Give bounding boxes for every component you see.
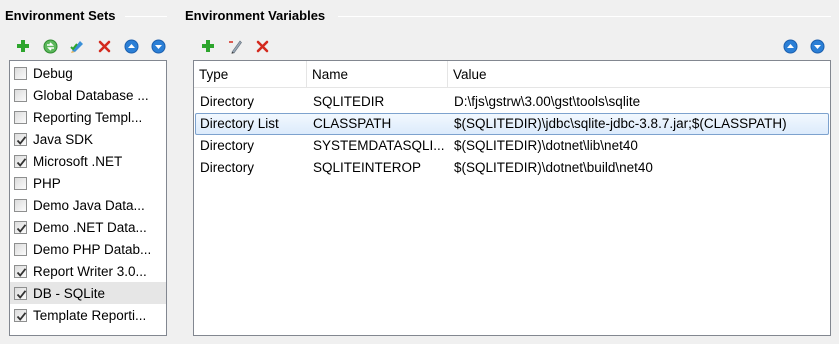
list-item[interactable]: Demo .NET Data... bbox=[10, 216, 166, 238]
list-item-label: Demo PHP Datab... bbox=[33, 241, 152, 257]
edit-variable-button[interactable] bbox=[226, 37, 244, 55]
table-cell-value: D:\fjs\gstrw\3.00\gst\tools\sqlite bbox=[454, 94, 641, 109]
checkmark-icon bbox=[16, 267, 27, 277]
copy-icon bbox=[43, 39, 57, 53]
checkmark-icon bbox=[16, 289, 27, 299]
checkbox[interactable] bbox=[14, 154, 27, 168]
checkmark-icon bbox=[16, 223, 27, 233]
move-variable-down-button[interactable] bbox=[808, 37, 826, 55]
list-item[interactable]: Demo PHP Datab... bbox=[10, 238, 166, 260]
list-item-label: Demo .NET Data... bbox=[33, 219, 147, 235]
rename-set-button[interactable] bbox=[68, 37, 86, 55]
table-cell-name: SYSTEMDATASQLI... bbox=[313, 138, 445, 153]
checkbox[interactable] bbox=[14, 308, 27, 322]
checkbox[interactable] bbox=[14, 110, 27, 124]
environment-variables-divider bbox=[338, 16, 831, 17]
move-down-icon bbox=[810, 39, 824, 53]
table-cell-type: Directory bbox=[200, 138, 255, 153]
add-set-button[interactable] bbox=[14, 37, 32, 55]
table-cell-type: Directory bbox=[200, 94, 255, 109]
environment-sets-list[interactable]: Debug Global Database ... Reporting Templ.… bbox=[9, 60, 167, 336]
table-row[interactable]: Directory SYSTEMDATASQLI... $(SQLITEDIR)\d… bbox=[194, 135, 830, 157]
table-cell-value: $(SQLITEDIR)\jdbc\sqlite-jdbc-3.8.7.jar;… bbox=[454, 116, 787, 131]
list-item-label: Reporting Templ... bbox=[33, 109, 143, 125]
list-item[interactable]: DB - SQLite bbox=[10, 282, 166, 304]
list-item[interactable]: Template Reporti... bbox=[10, 304, 166, 326]
list-item-label: PHP bbox=[33, 175, 61, 191]
column-header-value[interactable]: Value bbox=[448, 61, 830, 88]
checkbox[interactable] bbox=[14, 132, 27, 146]
list-item[interactable]: Debug bbox=[10, 62, 166, 84]
environment-variables-toolbar bbox=[199, 37, 280, 55]
edit-icon bbox=[229, 40, 242, 54]
environment-sets-title: Environment Sets bbox=[5, 8, 122, 23]
column-header-type[interactable]: Type bbox=[194, 61, 307, 88]
list-item[interactable]: Demo Java Data... bbox=[10, 194, 166, 216]
environment-sets-toolbar bbox=[14, 37, 176, 55]
delete-icon bbox=[98, 40, 110, 52]
environment-variables-order-toolbar bbox=[781, 37, 826, 55]
table-cell-value: $(SQLITEDIR)\dotnet\lib\net40 bbox=[454, 138, 638, 153]
table-cell-name: SQLITEDIR bbox=[313, 94, 385, 109]
checkbox[interactable] bbox=[14, 286, 27, 300]
list-item[interactable]: PHP bbox=[10, 172, 166, 194]
list-item-label: Demo Java Data... bbox=[33, 197, 145, 213]
checkbox[interactable] bbox=[14, 66, 27, 80]
table-row[interactable]: Directory SQLITEDIR D:\fjs\gstrw\3.00\gst\… bbox=[194, 91, 830, 113]
move-up-icon bbox=[783, 39, 797, 53]
move-down-icon bbox=[151, 39, 165, 53]
environment-sets-divider bbox=[125, 16, 167, 17]
move-up-icon bbox=[124, 39, 138, 53]
table-cell-name: CLASSPATH bbox=[313, 116, 392, 131]
table-row[interactable]: Directory SQLITEINTEROP $(SQLITEDIR)\dotne… bbox=[194, 157, 830, 179]
list-item[interactable]: Microsoft .NET bbox=[10, 150, 166, 172]
list-item-label: Microsoft .NET bbox=[33, 153, 123, 169]
table-cell-type: Directory bbox=[200, 160, 255, 175]
checkbox[interactable] bbox=[14, 88, 27, 102]
list-item-label: DB - SQLite bbox=[33, 285, 106, 301]
delete-set-button[interactable] bbox=[95, 37, 113, 55]
environment-variables-table[interactable]: Type Name Value Directory SQLITEDIR D:\fjs… bbox=[193, 60, 831, 336]
add-icon bbox=[17, 40, 29, 52]
table-cell-value: $(SQLITEDIR)\dotnet\build\net40 bbox=[454, 160, 653, 175]
checkmark-icon bbox=[16, 135, 27, 145]
list-item-label: Debug bbox=[33, 65, 73, 81]
move-set-down-button[interactable] bbox=[149, 37, 167, 55]
copy-set-button[interactable] bbox=[41, 37, 59, 55]
checkmark-icon bbox=[16, 311, 27, 321]
list-item-label: Report Writer 3.0... bbox=[33, 263, 147, 279]
checkbox[interactable] bbox=[14, 198, 27, 212]
checkbox[interactable] bbox=[14, 220, 27, 234]
add-icon bbox=[202, 40, 214, 52]
table-cell-name: SQLITEINTEROP bbox=[313, 160, 422, 175]
environment-variables-title: Environment Variables bbox=[185, 8, 332, 23]
table-row[interactable]: Directory List CLASSPATH $(SQLITEDIR)\jdbc… bbox=[195, 113, 829, 135]
add-variable-button[interactable] bbox=[199, 37, 217, 55]
list-item[interactable]: Java SDK bbox=[10, 128, 166, 150]
checkbox[interactable] bbox=[14, 242, 27, 256]
move-variable-up-button[interactable] bbox=[781, 37, 799, 55]
checkbox[interactable] bbox=[14, 264, 27, 278]
environment-dialog: Environment Sets Debug Global Database ..… bbox=[0, 0, 839, 344]
checkbox[interactable] bbox=[14, 176, 27, 190]
delete-variable-button[interactable] bbox=[253, 37, 271, 55]
table-cell-type: Directory List bbox=[200, 116, 279, 131]
table-header: Type Name Value bbox=[194, 61, 830, 88]
rename-icon bbox=[70, 41, 83, 53]
list-item[interactable]: Report Writer 3.0... bbox=[10, 260, 166, 282]
move-set-up-button[interactable] bbox=[122, 37, 140, 55]
list-item[interactable]: Global Database ... bbox=[10, 84, 166, 106]
list-item-label: Java SDK bbox=[33, 131, 94, 147]
checkmark-icon bbox=[16, 157, 27, 167]
list-item-label: Template Reporti... bbox=[33, 307, 147, 323]
list-item-label: Global Database ... bbox=[33, 87, 149, 103]
column-header-name[interactable]: Name bbox=[307, 61, 448, 88]
list-item[interactable]: Reporting Templ... bbox=[10, 106, 166, 128]
delete-icon bbox=[256, 40, 268, 52]
